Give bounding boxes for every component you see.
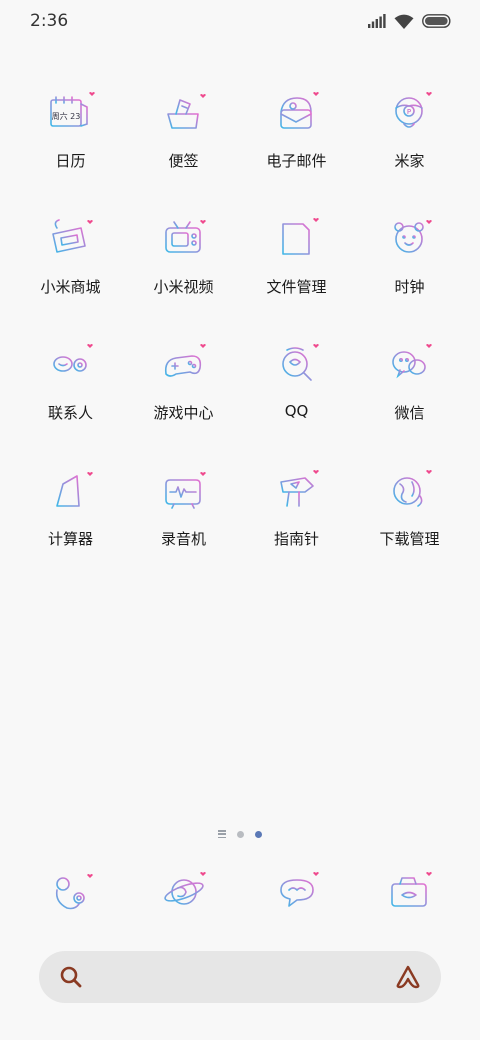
page-dot-1[interactable] [237,830,244,838]
download-manager-icon [392,470,432,507]
mail-icon [279,92,319,129]
app-label: 米家 [394,152,425,170]
app-label: 下载管理 [379,530,440,548]
contacts-icon [52,344,93,372]
qq-icon [281,344,319,381]
app-calculator[interactable]: 计算器 [14,462,127,588]
app-download-manager[interactable]: 下载管理 [353,462,466,588]
app-label: 时钟 [394,278,425,296]
app-clock[interactable]: 时钟 [353,210,466,336]
dock-phone[interactable] [14,864,127,920]
app-notes[interactable]: 便签 [127,84,240,210]
app-mail[interactable]: 电子邮件 [240,84,353,210]
file-manager-icon [281,218,319,255]
dock-messages[interactable] [240,864,353,920]
messages-icon [279,872,319,907]
status-bar: 2:36 [0,0,480,44]
status-icons [368,12,452,30]
wifi-icon [394,14,414,29]
status-time: 2:36 [30,11,69,31]
game-center-icon [164,344,206,377]
page-indicator[interactable] [0,830,480,838]
app-label: QQ [284,402,309,420]
mall-icon [51,219,93,253]
app-label: 文件管理 [266,278,327,296]
app-video[interactable]: 小米视频 [127,210,240,336]
app-label: 指南针 [273,530,319,548]
assistant-icon[interactable] [395,964,421,990]
app-calendar[interactable]: 周六 23 日历 [14,84,127,210]
app-mall[interactable]: 小米商城 [14,210,127,336]
calculator-icon [55,472,93,507]
calendar-icon: 周六 23 [49,92,95,127]
dock-camera[interactable] [353,864,466,920]
dock [14,864,466,920]
app-label: 日历 [55,152,86,170]
compass-icon [279,470,319,507]
recorder-icon [164,472,206,509]
svg-text:P: P [406,108,410,116]
app-label: 联系人 [47,404,93,422]
battery-icon [422,14,451,28]
wechat-icon [391,344,432,379]
app-qq[interactable]: QQ [240,336,353,462]
search-bar[interactable] [39,951,441,1003]
app-contacts[interactable]: 联系人 [14,336,127,462]
video-icon [164,220,206,253]
app-label: 计算器 [47,530,93,548]
app-wechat[interactable]: 微信 [353,336,466,462]
app-list-indicator-icon[interactable] [218,830,226,838]
app-grid: 周六 23 日历 便签 电子邮件 P 米家 小米商城 小米视频 文件管理 时钟 … [14,84,466,588]
app-label: 小米商城 [40,278,101,296]
app-label: 游戏中心 [153,404,214,422]
app-compass[interactable]: 指南针 [240,462,353,588]
app-game-center[interactable]: 游戏中心 [127,336,240,462]
browser-icon [163,872,206,905]
app-label: 录音机 [160,530,206,548]
notes-icon [166,94,206,129]
search-icon[interactable] [59,965,83,989]
dock-browser[interactable] [127,864,240,920]
app-label: 微信 [394,404,425,422]
phone-icon [55,874,93,910]
app-label: 小米视频 [153,278,214,296]
mijia-icon: P [394,92,432,128]
clock-icon [393,220,432,253]
app-mijia[interactable]: P 米家 [353,84,466,210]
app-recorder[interactable]: 录音机 [127,462,240,588]
app-label: 便签 [168,152,199,170]
app-file-manager[interactable]: 文件管理 [240,210,353,336]
page-dot-2-active[interactable] [255,830,262,838]
signal-icon [368,14,386,28]
calendar-date-text: 周六 23 [51,111,80,121]
camera-icon [390,872,432,907]
app-label: 电子邮件 [266,152,327,170]
